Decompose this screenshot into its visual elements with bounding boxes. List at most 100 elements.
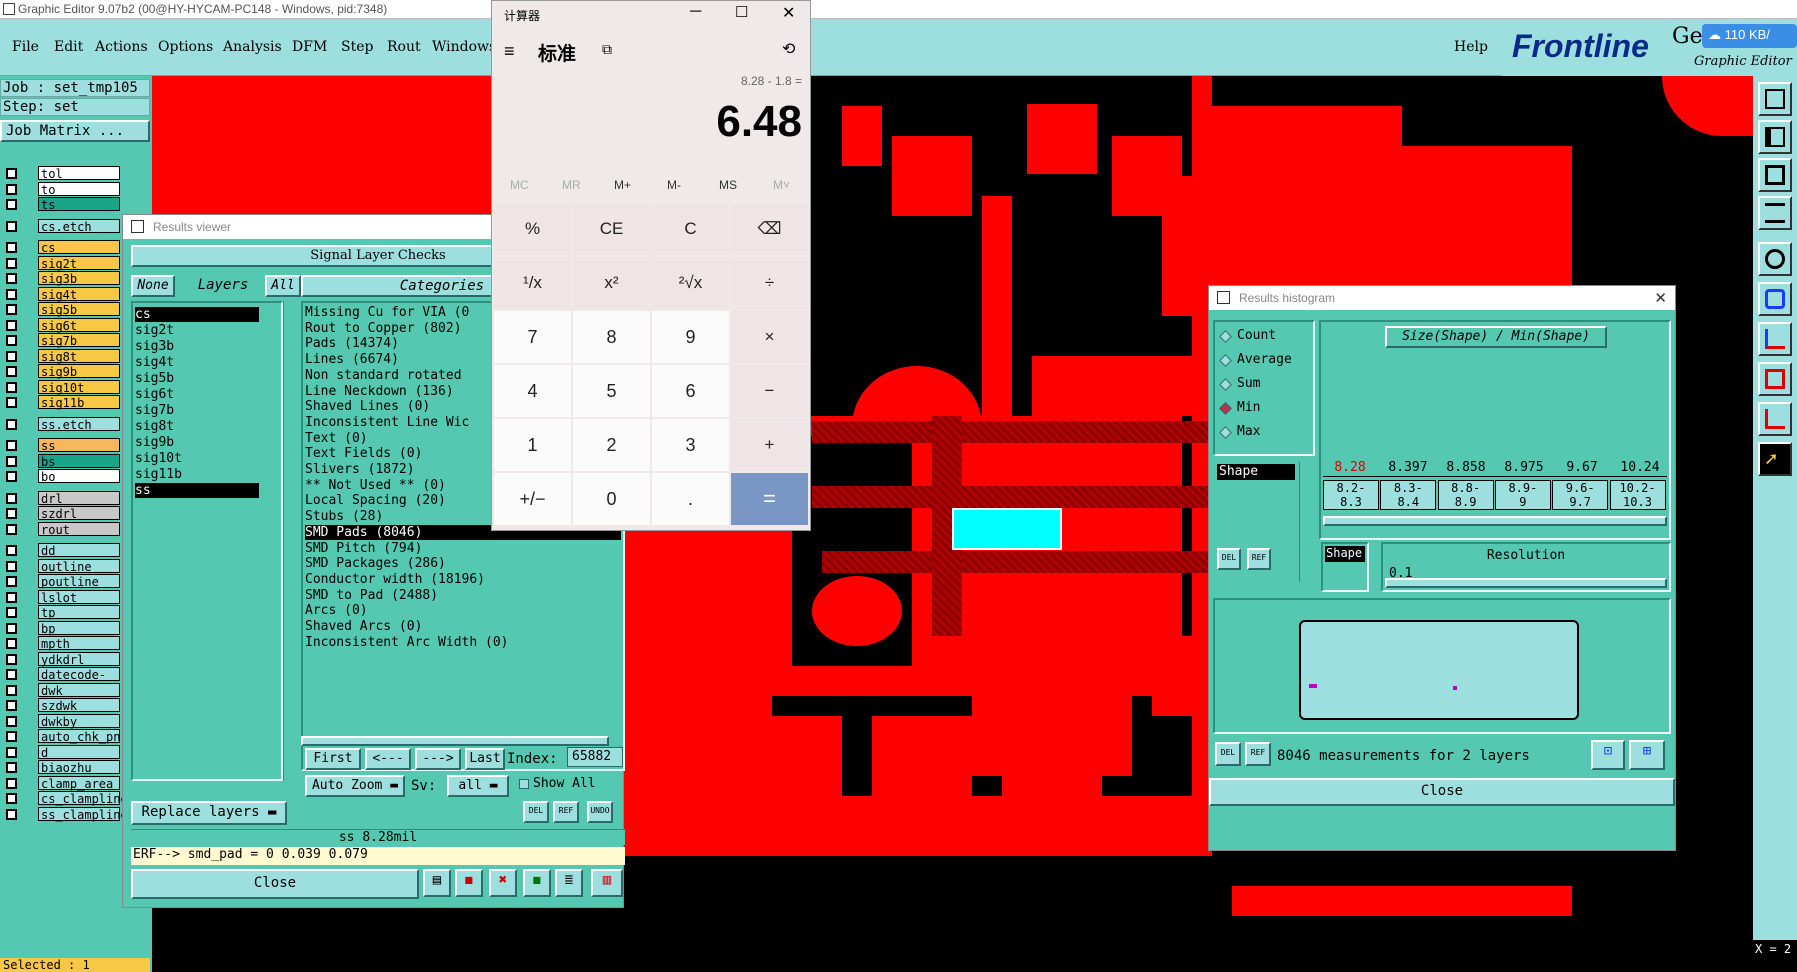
layer-row[interactable]: sig3b [2,271,120,286]
result-layer-item[interactable]: sig6t [135,387,259,402]
layer-name[interactable]: bp [38,620,120,636]
layer-name[interactable]: sig10t [38,379,120,395]
key-percent-button[interactable]: % [494,203,571,255]
layer-checkbox[interactable] [6,545,17,556]
show-all-checkbox[interactable] [519,779,529,789]
layer-name[interactable]: rout [38,521,120,537]
key-equals-button[interactable]: = [731,473,808,525]
maximize-button[interactable]: ☐ [735,3,748,21]
layer-row[interactable]: drl [2,490,120,506]
layer-name[interactable]: bo [38,469,120,484]
layer-name[interactable]: szdwk [38,698,120,713]
layer-name[interactable]: mpth [38,636,120,651]
key-plus-button[interactable]: + [731,419,808,471]
keep-on-top-button[interactable]: ⧉ [602,41,612,58]
key-ce-button[interactable]: CE [573,203,650,255]
layer-row[interactable]: auto_chk_pn [2,729,120,744]
mc-button[interactable]: MC [510,178,529,192]
index-field[interactable]: 65882 [567,747,623,767]
layer-row[interactable]: sig8t [2,348,120,364]
histogram-button[interactable]: ▥ [591,869,623,897]
preview-del-button[interactable]: DEL [1215,742,1241,766]
result-layer-item[interactable]: sig11b [135,467,259,482]
layer-row[interactable]: sig11b [2,395,120,410]
layer-checkbox[interactable] [6,199,17,210]
undo-button[interactable]: UNDO [587,801,613,823]
menu-help[interactable]: Help [1454,39,1488,55]
layer-name[interactable]: poutline [38,574,120,589]
key-four-button[interactable]: 4 [494,365,571,417]
layer-checkbox[interactable] [6,381,17,393]
key-reciprocal-button[interactable]: ¹/x [494,257,571,309]
layer-name[interactable]: lslot [38,589,120,605]
layer-row[interactable]: tp [2,605,120,620]
clear-button[interactable]: ✖ [489,869,517,897]
category-item[interactable]: Missing Cu for VIA (0 [305,305,469,320]
menu-edit[interactable]: Edit [54,39,83,55]
shape-selector[interactable]: Shape [1217,464,1295,480]
layer-checkbox[interactable] [6,440,17,451]
layer-name[interactable]: cs_clampline [38,791,128,806]
menu-windows[interactable]: Windows [432,39,496,55]
menu-rout[interactable]: Rout [387,39,421,55]
layer-checkbox[interactable] [6,607,17,618]
replace-layers-button[interactable]: Replace layers ▬ [131,801,287,825]
stat-option-max[interactable]: Max [1217,424,1311,442]
key-six-button[interactable]: 6 [652,365,729,417]
layer-row[interactable]: tol [2,166,120,181]
layer-checkbox[interactable] [6,715,17,727]
histogram-bin[interactable]: 9.6- 9.7 [1552,480,1609,510]
layer-row[interactable]: sig5b [2,302,120,317]
layer-checkbox[interactable] [6,183,17,195]
layer-name[interactable]: sig7b [38,333,120,348]
histogram-bin[interactable]: 8.3- 8.4 [1380,480,1437,510]
stat-option-count[interactable]: Count [1217,328,1311,346]
close-button[interactable]: ✕ [782,3,795,23]
menu-file[interactable]: File [12,39,39,55]
histogram-close-button[interactable]: Close [1209,778,1675,806]
layer-checkbox[interactable] [6,700,17,711]
layer-list-scrollbar[interactable] [283,301,297,781]
export-button[interactable]: ◼ [523,869,551,897]
layer-name[interactable]: dwk [38,682,120,698]
category-item[interactable]: Shaved Arcs (0) [305,619,422,634]
layer-name[interactable]: biaozhu [38,760,120,775]
key-three-button[interactable]: 3 [652,419,729,471]
histogram-close-x[interactable]: ✕ [1654,289,1667,307]
layer-checkbox[interactable] [6,288,17,300]
layer-name[interactable]: drl [38,490,120,506]
layer-name[interactable]: sig4t [38,286,120,302]
layer-row[interactable]: poutline [2,574,120,589]
last-button[interactable]: Last [465,748,505,770]
category-item[interactable]: Shaved Lines (0) [305,399,430,414]
category-item[interactable]: ** Not Used ** (0) [305,478,446,493]
ms-button[interactable]: MS [719,178,737,192]
layer-name[interactable]: ss [38,438,120,453]
layer-row[interactable]: rout [2,521,120,537]
layer-name[interactable]: ydkdrl [38,651,120,667]
layer-row[interactable]: mpth [2,636,120,651]
layer-row[interactable]: bo [2,469,120,484]
minimize-button[interactable]: ─ [690,3,701,21]
show-on-canvas-button[interactable]: ◼ [455,869,483,897]
histogram-bin[interactable]: 8.2- 8.3 [1323,480,1379,510]
layer-checkbox[interactable] [6,777,17,789]
key-decimal-button[interactable]: . [652,473,729,525]
result-layer-item[interactable]: sig8t [135,419,259,434]
tool-button-8[interactable] [1758,362,1792,396]
key-minus-button[interactable]: − [731,365,808,417]
layer-row[interactable]: d [2,744,120,760]
stat-option-average[interactable]: Average [1217,352,1311,370]
layer-row[interactable]: ss [2,438,120,453]
auto-zoom-dropdown[interactable]: Auto Zoom ▬ [305,775,405,797]
report-button[interactable]: ▤ [423,869,451,897]
tool-button-3[interactable] [1758,158,1792,192]
prev-button[interactable]: <--- [365,748,411,770]
layer-name[interactable]: dd [38,543,120,558]
hist-del-button[interactable]: DEL [1217,548,1241,570]
layer-checkbox[interactable] [6,731,17,742]
layer-row[interactable]: clamp_area [2,775,120,791]
layer-checkbox[interactable] [6,684,17,696]
layer-name[interactable]: to [38,181,120,197]
layer-checkbox[interactable] [6,418,17,430]
